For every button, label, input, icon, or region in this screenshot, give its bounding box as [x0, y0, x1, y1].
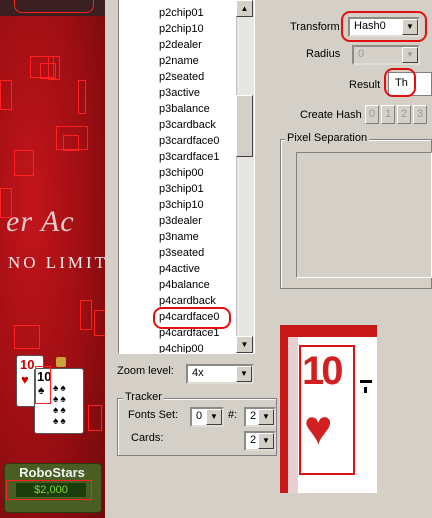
hash-count-value: 2: [250, 410, 257, 422]
hash-button-3[interactable]: 3: [413, 105, 427, 124]
pixel-separation-canvas: [296, 152, 432, 278]
region-list[interactable]: p2chip01 p2chip10 p2dealer p2name p2seated p3…: [118, 0, 255, 354]
player-name: RoboStars: [19, 465, 85, 480]
list-item[interactable]: p3cardface1: [159, 149, 220, 165]
list-item[interactable]: p3seated: [159, 245, 204, 261]
chevron-down-icon[interactable]: ▼: [236, 366, 252, 382]
preview-felt: [280, 325, 288, 493]
table-preview: er Ac NO LIMIT 10 ♥ 10 ♠ ♠♠ ♠♠ ♠♠ ♠♠ Rob…: [0, 0, 105, 518]
region-box: [48, 56, 60, 80]
chevron-down-icon[interactable]: ▼: [206, 409, 222, 425]
region-box: [78, 80, 86, 114]
region-box: [14, 325, 40, 349]
cards-label: Cards:: [131, 432, 164, 444]
list-item[interactable]: p4active: [159, 261, 200, 277]
zoom-select[interactable]: 4x ▼: [186, 364, 254, 384]
transform-label: Transform: [290, 21, 340, 33]
spade-pips: ♠♠ ♠♠ ♠♠ ♠♠: [53, 383, 68, 427]
lock-icon: [56, 357, 66, 367]
list-item[interactable]: p3active: [159, 85, 200, 101]
list-item[interactable]: p2name: [159, 53, 199, 69]
fonts-set-value: 0: [196, 410, 203, 422]
list-item[interactable]: p3chip00: [159, 165, 204, 181]
region-box: [80, 300, 92, 330]
preview-felt: [280, 325, 377, 337]
scroll-down-button[interactable]: ▼: [236, 336, 253, 353]
create-hash-label: Create Hash: [300, 109, 362, 121]
heart-icon: ♥: [304, 402, 333, 455]
card-rank: 10: [20, 357, 35, 372]
preview-edge: [288, 337, 298, 493]
list-item[interactable]: p3name: [159, 229, 199, 245]
list-item[interactable]: p2seated: [159, 69, 204, 85]
tracker-title: Tracker: [123, 391, 164, 403]
scroll-up-button[interactable]: ▲: [236, 0, 253, 17]
zoom-label: Zoom level:: [117, 365, 174, 377]
pixel-separation-title: Pixel Separation: [285, 132, 370, 144]
result-highlight: [384, 68, 416, 97]
region-box: [63, 135, 79, 151]
preview-mark: [360, 380, 372, 383]
preview-rank: 10: [302, 349, 343, 393]
region-box: [14, 0, 94, 13]
selection-highlight: [153, 307, 231, 329]
chevron-down-icon[interactable]: ▼: [258, 433, 274, 449]
zoom-value: 4x: [192, 367, 204, 379]
fonts-set-select[interactable]: 0 ▼: [190, 407, 224, 427]
region-box: [94, 310, 105, 336]
list-item[interactable]: p3cardface0: [159, 133, 220, 149]
hash-count-select[interactable]: 2 ▼: [244, 407, 276, 427]
fonts-set-label: Fonts Set:: [128, 409, 179, 421]
list-item[interactable]: p3chip01: [159, 181, 204, 197]
region-box: [88, 405, 102, 431]
zoom-preview: 10 ♥: [280, 325, 377, 493]
list-item[interactable]: p3balance: [159, 101, 210, 117]
preview-mark: [364, 387, 367, 393]
list-scrollbar[interactable]: [236, 0, 254, 353]
hash-count-label: #:: [228, 409, 238, 421]
hash-button-1[interactable]: 1: [381, 105, 395, 124]
scroll-thumb[interactable]: [236, 95, 253, 157]
list-item[interactable]: p2chip10: [159, 21, 204, 37]
list-item[interactable]: p2chip01: [159, 5, 204, 21]
list-item[interactable]: p3cardback: [159, 117, 216, 133]
casino-wordmark: er Ac: [6, 205, 75, 238]
result-label: Result: [349, 79, 381, 91]
chevron-up-icon: ▲: [240, 4, 249, 13]
radius-value: 0: [358, 48, 365, 60]
list-item[interactable]: p4chip00: [159, 341, 204, 353]
list-item[interactable]: p2dealer: [159, 37, 202, 53]
chevron-down-icon: ▼: [240, 340, 249, 349]
radius-label: Radius: [306, 48, 341, 60]
chevron-down-icon[interactable]: ▼: [258, 409, 274, 425]
region-box: [14, 150, 34, 176]
chevron-down-icon[interactable]: ▼: [402, 47, 418, 63]
region-box: [35, 366, 51, 404]
region-box: [6, 480, 92, 500]
list-item[interactable]: p3chip10: [159, 197, 204, 213]
region-box: [0, 80, 12, 110]
list-item[interactable]: p3dealer: [159, 213, 202, 229]
transform-highlight: [341, 11, 427, 42]
radius-select[interactable]: 0 ▼: [352, 45, 420, 65]
heart-icon: ♥: [21, 372, 29, 387]
hash-button-0[interactable]: 0: [365, 105, 379, 124]
cards-select[interactable]: 2 ▼: [244, 431, 276, 451]
cards-value: 2: [250, 434, 257, 446]
list-item[interactable]: p4balance: [159, 277, 210, 293]
no-limit-label: NO LIMIT: [8, 253, 105, 272]
hash-button-2[interactable]: 2: [397, 105, 411, 124]
